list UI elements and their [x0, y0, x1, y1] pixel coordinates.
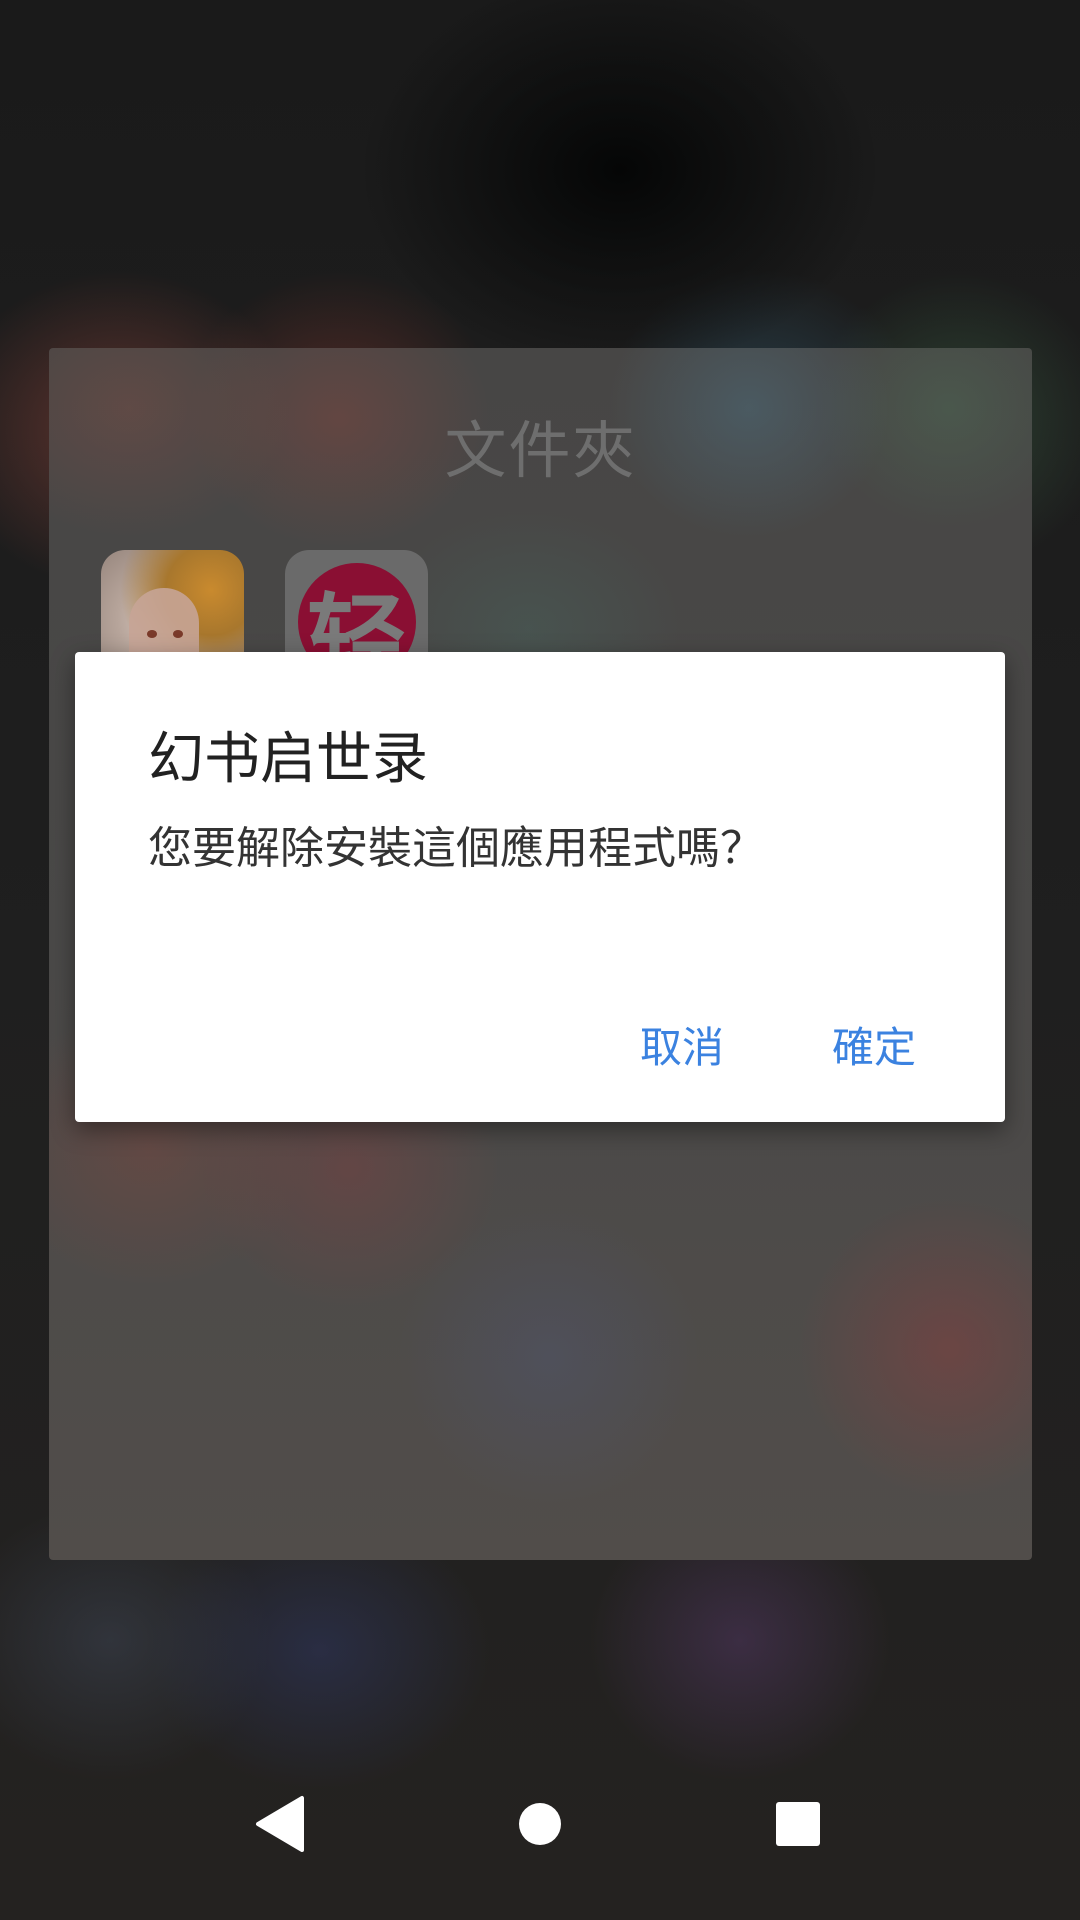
navigation-bar [0, 1764, 1080, 1920]
home-button[interactable] [480, 1764, 600, 1884]
cancel-button[interactable]: 取消 [632, 1008, 732, 1081]
dialog-message: 您要解除安裝這個應用程式嗎？ [148, 823, 764, 874]
recents-square-icon [776, 1802, 820, 1846]
uninstall-dialog: 幻书启世录 您要解除安裝這個應用程式嗎？ 取消 確定 [75, 652, 1005, 1122]
dialog-title: 幻书启世录 [148, 727, 428, 792]
home-circle-icon [519, 1803, 561, 1845]
ok-button[interactable]: 確定 [824, 1008, 924, 1081]
back-button[interactable] [220, 1764, 340, 1884]
back-triangle-icon [256, 1796, 304, 1852]
recents-button[interactable] [738, 1764, 858, 1884]
